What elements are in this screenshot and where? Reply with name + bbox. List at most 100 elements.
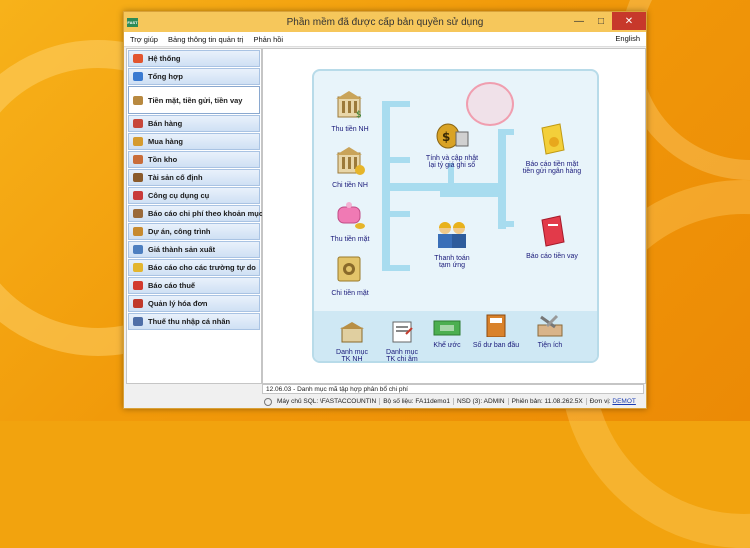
invoice-icon bbox=[133, 299, 143, 308]
menu-bar: Trợ giúp Bảng thông tin quản trị Phản hồ… bbox=[124, 32, 646, 47]
sidebar-item-label: Dự án, công trình bbox=[148, 227, 211, 236]
bank-receipt-label: Thu tiền NH bbox=[331, 126, 369, 133]
bank-payment-node[interactable]: Chi tiền NH bbox=[320, 145, 380, 189]
log-line: 12.06.03 - Danh mục mã tập hợp phân bổ c… bbox=[262, 384, 644, 394]
utilities-icon bbox=[537, 314, 563, 337]
cash-receipt-label: Thu tiền mặt bbox=[330, 236, 370, 243]
purchase-icon bbox=[133, 137, 143, 146]
module-sidebar: Hệ thống Tổng hợp Tiền mặt, tiền gửi, tiền… bbox=[126, 48, 264, 384]
sidebar-item-inventory[interactable]: Tồn kho bbox=[128, 151, 260, 168]
bank-account-list-label: Danh mục TK NH bbox=[336, 349, 368, 363]
opening-balance-icon bbox=[486, 314, 506, 338]
cash-receipt-node[interactable]: Thu tiền mặt bbox=[320, 199, 380, 243]
project-icon bbox=[133, 227, 143, 236]
bank-payment-icon bbox=[336, 147, 365, 175]
production-cost-icon bbox=[133, 245, 143, 254]
cash-bank-report-label: Báo cáo tiền mặt tiền gửi ngân hàng bbox=[522, 161, 582, 175]
sidebar-item-system[interactable]: Hệ thống bbox=[128, 50, 260, 67]
cash-receipt-icon bbox=[337, 202, 365, 229]
svg-text:$: $ bbox=[356, 110, 362, 120]
inventory-icon bbox=[133, 155, 143, 164]
status-dataset: Bộ số liệu: FA11demo1 bbox=[380, 398, 454, 405]
status-unit-label: Đơn vị: bbox=[589, 398, 611, 405]
cash-bank-report-icon bbox=[541, 123, 565, 155]
maximize-button[interactable]: □ bbox=[590, 12, 612, 30]
status-server: Máy chủ SQL: \FASTACCOUNTIN bbox=[274, 398, 381, 405]
sidebar-item-label: Tổng hợp bbox=[148, 72, 183, 81]
opening-balance-label: Số dư ban đầu bbox=[472, 342, 520, 349]
sidebar-item-asset[interactable]: Tài sản cố định bbox=[128, 169, 260, 186]
utilities-node[interactable]: Tiện ích bbox=[522, 313, 578, 349]
cash-payment-label: Chi tiền mặt bbox=[331, 290, 369, 297]
sidebar-item-label: Báo cáo chi phí theo khoản mục bbox=[148, 209, 264, 218]
svg-text:$: $ bbox=[442, 130, 450, 144]
utilities-label: Tiện ích bbox=[537, 342, 563, 349]
advance-payment-node[interactable]: Thanh toán tạm ứng bbox=[410, 211, 494, 276]
sidebar-item-label: Bán hàng bbox=[148, 119, 183, 128]
cost-report-icon bbox=[133, 209, 143, 218]
personal-tax-icon bbox=[133, 317, 143, 326]
close-button[interactable]: ✕ bbox=[612, 12, 646, 30]
bank-receipt-node[interactable]: $ Thu tiền NH bbox=[320, 89, 380, 133]
summary-icon bbox=[133, 72, 143, 81]
menu-feedback[interactable]: Phản hồi bbox=[253, 35, 283, 44]
sidebar-item-production-cost[interactable]: Giá thành sản xuất bbox=[128, 241, 260, 258]
sales-icon bbox=[133, 119, 143, 128]
sidebar-item-custom-report[interactable]: Báo cáo cho các trường tự do bbox=[128, 259, 260, 276]
bank-account-list-icon bbox=[340, 322, 364, 343]
sidebar-item-purchase[interactable]: Mua hàng bbox=[128, 133, 260, 150]
sidebar-item-sales[interactable]: Bán hàng bbox=[128, 115, 260, 132]
sidebar-item-project[interactable]: Dự án, công trình bbox=[128, 223, 260, 240]
bank-icon bbox=[133, 95, 143, 105]
catalog-strip: Danh mục TK NH Danh mục TK chi âm Khế ướ… bbox=[314, 311, 597, 363]
bank-payment-label: Chi tiền NH bbox=[332, 182, 368, 189]
bank-account-list-node[interactable]: Danh mục TK NH bbox=[324, 313, 380, 370]
custom-report-icon bbox=[133, 263, 143, 272]
sidebar-item-label: Tài sản cố định bbox=[148, 173, 203, 182]
loan-report-icon bbox=[541, 215, 565, 247]
sidebar-item-summary[interactable]: Tổng hợp bbox=[128, 68, 260, 85]
advance-payment-icon bbox=[438, 222, 466, 248]
sidebar-item-label: Quản lý hóa đơn bbox=[148, 299, 208, 308]
cursor-highlight bbox=[466, 82, 514, 126]
system-icon bbox=[133, 54, 143, 63]
sidebar-item-bank[interactable]: Tiền mặt, tiền gửi, tiền vay bbox=[128, 86, 260, 114]
language-switch[interactable]: English bbox=[615, 34, 640, 43]
sidebar-item-label: Hệ thống bbox=[148, 54, 181, 63]
menu-admin-dashboard[interactable]: Bảng thông tin quản trị bbox=[168, 35, 243, 44]
status-unit-link[interactable]: DEMOT bbox=[612, 398, 635, 405]
loan-report-node[interactable]: Báo cáo tiền vay bbox=[510, 207, 594, 267]
sidebar-item-personal-tax[interactable]: Thuế thu nhập cá nhân bbox=[128, 313, 260, 330]
cash-module-diagram: $ Thu tiền NH Chi tiền NH Thu tiền mặt C… bbox=[312, 69, 599, 363]
status-version: Phiên bản: 11.08.262.5X bbox=[509, 398, 587, 405]
bank-receipt-icon: $ bbox=[336, 91, 362, 120]
asset-icon bbox=[133, 173, 143, 182]
main-panel: $ Thu tiền NH Chi tiền NH Thu tiền mặt C… bbox=[262, 48, 646, 384]
sidebar-item-invoice[interactable]: Quản lý hóa đơn bbox=[128, 295, 260, 312]
contract-icon bbox=[433, 320, 461, 336]
exchange-rate-label: Tính và cập nhật lại tỷ giá ghi sổ bbox=[425, 155, 479, 169]
sidebar-item-label: Tiền mặt, tiền gửi, tiền vay bbox=[148, 95, 243, 105]
sidebar-item-label: Báo cáo cho các trường tự do bbox=[148, 263, 256, 272]
cash-payment-node[interactable]: Chi tiền mặt bbox=[320, 253, 380, 297]
status-unit: Đơn vị: DEMOT bbox=[587, 398, 639, 405]
cash-bank-report-node[interactable]: Báo cáo tiền mặt tiền gửi ngân hàng bbox=[510, 115, 594, 182]
loan-report-label: Báo cáo tiền vay bbox=[526, 253, 578, 260]
negative-account-list-node[interactable]: Danh mục TK chi âm bbox=[376, 313, 428, 370]
opening-balance-node[interactable]: Số dư ban đầu bbox=[464, 313, 528, 349]
sidebar-item-cost-report[interactable]: Báo cáo chi phí theo khoản mục bbox=[128, 205, 264, 222]
sidebar-item-label: Công cụ dụng cụ bbox=[148, 191, 210, 200]
status-user: NSD (3): ADMIN bbox=[454, 398, 509, 405]
tools-icon bbox=[133, 191, 143, 200]
sidebar-item-label: Mua hàng bbox=[148, 137, 183, 146]
server-radio[interactable] bbox=[264, 397, 272, 406]
sidebar-item-tax-report[interactable]: Báo cáo thuế bbox=[128, 277, 260, 294]
menu-help[interactable]: Trợ giúp bbox=[130, 35, 158, 44]
negative-account-list-icon bbox=[392, 321, 413, 343]
sidebar-item-label: Thuế thu nhập cá nhân bbox=[148, 317, 231, 326]
sidebar-item-label: Báo cáo thuế bbox=[148, 281, 196, 290]
sidebar-item-tools[interactable]: Công cụ dụng cụ bbox=[128, 187, 260, 204]
minimize-button[interactable]: — bbox=[568, 12, 590, 30]
cash-payment-icon bbox=[337, 256, 361, 282]
negative-account-list-label: Danh mục TK chi âm bbox=[386, 349, 418, 363]
